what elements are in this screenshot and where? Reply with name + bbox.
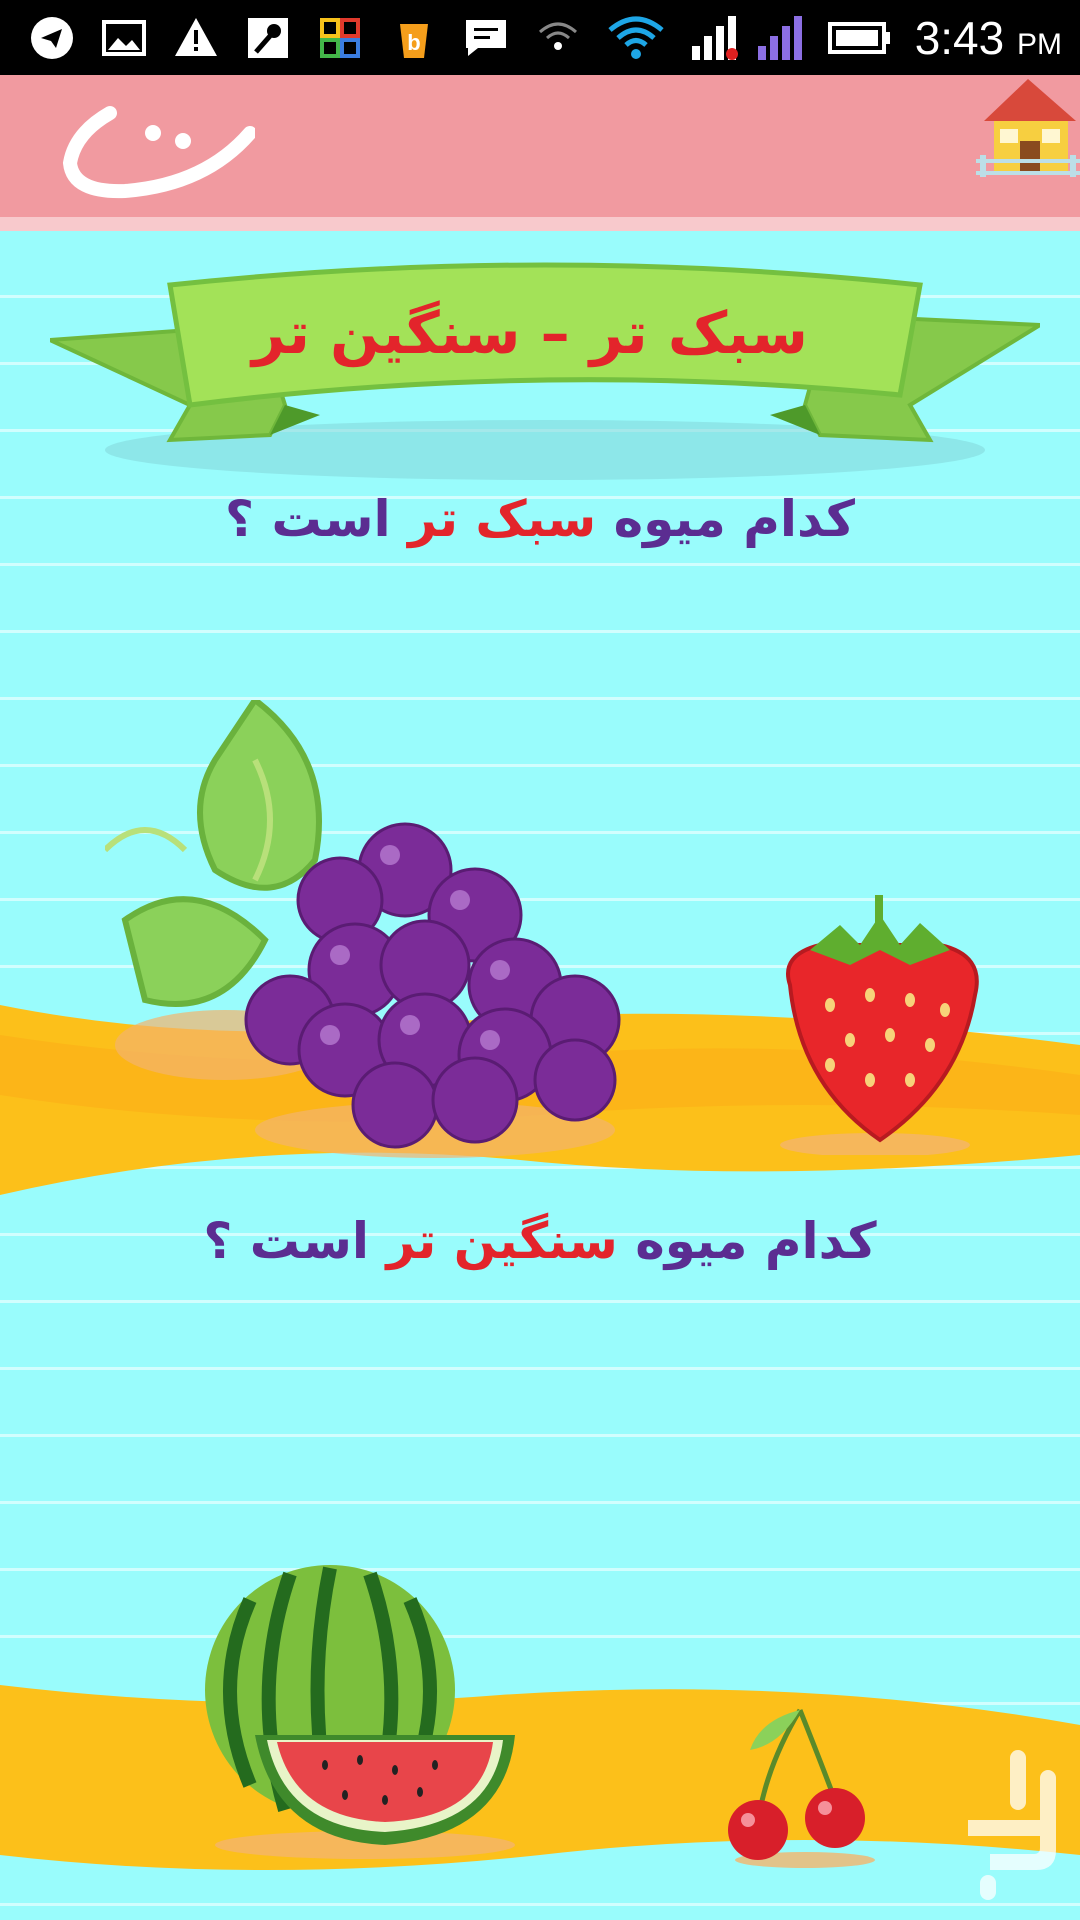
strawberry-icon[interactable] xyxy=(770,895,1000,1155)
status-bar: b 3:43 PM xyxy=(0,0,1080,75)
clock: 3:43 PM xyxy=(914,12,1062,64)
question-lighter: کدام میوه سبک تر است ؟ xyxy=(0,490,1080,548)
app-bar xyxy=(0,75,1080,217)
question-highlight: سنگین تر xyxy=(386,1212,618,1270)
grid-app-icon xyxy=(320,18,360,58)
battery-icon xyxy=(828,22,890,54)
wifi-weak-icon xyxy=(539,22,577,50)
question-suffix: است ؟ xyxy=(203,1212,387,1270)
question-prefix: کدام میوه xyxy=(596,490,855,548)
gallery-icon xyxy=(102,20,146,56)
wifi-icon xyxy=(608,16,664,59)
question-suffix: است ؟ xyxy=(225,490,409,548)
home-button[interactable] xyxy=(976,77,1080,177)
signal-2-icon xyxy=(758,16,802,60)
watermelon-icon[interactable] xyxy=(195,1560,525,1860)
signal-icon xyxy=(692,16,738,60)
banner-title: سبک تر – سنگین تر xyxy=(252,299,808,367)
question-heavier: کدام میوه سنگین تر است ؟ xyxy=(0,1212,1080,1270)
store-watermark-icon xyxy=(968,1750,1056,1900)
question-highlight: سبک تر xyxy=(408,490,597,548)
bazaar-icon: b xyxy=(400,24,428,58)
wave-decoration xyxy=(0,1685,1080,1870)
svg-text:b: b xyxy=(407,30,420,55)
telegram-icon xyxy=(31,17,73,59)
warning-icon xyxy=(175,18,217,56)
question-prefix: کدام میوه xyxy=(617,1212,877,1270)
message-icon xyxy=(466,20,506,56)
grapes-icon[interactable] xyxy=(105,700,685,1160)
brand-logo xyxy=(62,106,255,199)
mic-icon xyxy=(248,18,288,58)
screen: b 3:43 PM سبک تر – سنگین تر کدام میوه سب… xyxy=(0,0,1080,1920)
app-bar-divider xyxy=(0,217,1080,231)
cherries-icon[interactable] xyxy=(720,1700,890,1870)
